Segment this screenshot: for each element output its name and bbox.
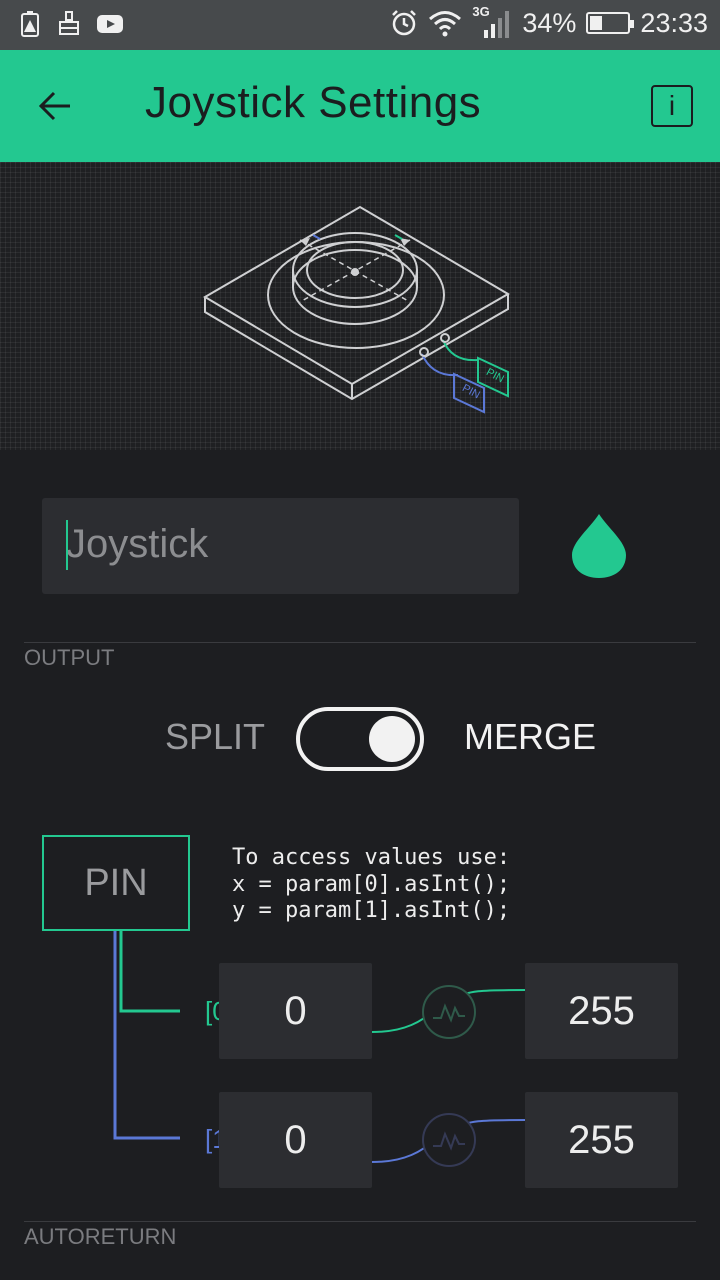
- channel-0-curve-icon[interactable]: [421, 984, 477, 1040]
- split-merge-toggle[interactable]: [296, 707, 424, 771]
- info-button[interactable]: i: [651, 85, 693, 127]
- joystick-illustration: PIN PIN: [0, 162, 720, 450]
- channel-0-min-value: 0: [284, 988, 307, 1033]
- status-left-icons: [18, 10, 124, 38]
- arrow-left-icon: [38, 91, 70, 121]
- channel-0-min[interactable]: 0: [219, 963, 372, 1059]
- cleaner-icon: [59, 11, 79, 35]
- channel-1-curve-icon[interactable]: [421, 1112, 477, 1168]
- widget-name-input[interactable]: [66, 514, 506, 574]
- alarm-icon: [392, 10, 417, 36]
- section-label-autoreturn: AUTORETURN: [24, 1224, 177, 1249]
- info-icon: i: [668, 90, 676, 121]
- channel-1-min[interactable]: 0: [219, 1092, 372, 1188]
- access-values-note: To access values use: x = param[0].asInt…: [232, 845, 511, 923]
- battery-saver-icon: [21, 11, 39, 37]
- widget-name-field[interactable]: [42, 498, 519, 594]
- section-label-output: OUTPUT: [24, 645, 115, 670]
- status-bar: 3G 34% 23:33: [0, 0, 720, 50]
- channel-1-max-value: 255: [568, 1117, 635, 1162]
- battery-icon: [586, 12, 635, 34]
- merge-label[interactable]: MERGE: [464, 716, 596, 758]
- joystick-device-icon: PIN PIN: [203, 205, 510, 414]
- battery-percent: 34%: [522, 7, 577, 38]
- wifi-icon: [429, 11, 462, 37]
- pin-select-button[interactable]: PIN: [42, 835, 190, 931]
- divider-output: [24, 642, 696, 643]
- status-right: 3G 34% 23:33: [390, 4, 708, 40]
- channel-0-max-value: 255: [568, 988, 635, 1033]
- signal-icon: 3G: [472, 4, 512, 40]
- channel-1-max[interactable]: 255: [525, 1092, 678, 1188]
- app-bar: Joystick Settings i: [0, 50, 720, 162]
- split-label[interactable]: SPLIT: [165, 716, 265, 758]
- clock: 23:33: [640, 7, 708, 38]
- divider-autoreturn: [24, 1221, 696, 1222]
- youtube-icon: [97, 15, 123, 33]
- back-button[interactable]: [30, 80, 82, 132]
- channel-0-max[interactable]: 255: [525, 963, 678, 1059]
- toggle-knob: [369, 716, 415, 762]
- text-cursor: [66, 520, 68, 570]
- color-picker-button[interactable]: [570, 512, 628, 580]
- pin-label: PIN: [84, 861, 148, 904]
- page-title: Joystick Settings: [145, 78, 482, 127]
- droplet-icon: [572, 514, 626, 578]
- channel-1-min-value: 0: [284, 1117, 307, 1162]
